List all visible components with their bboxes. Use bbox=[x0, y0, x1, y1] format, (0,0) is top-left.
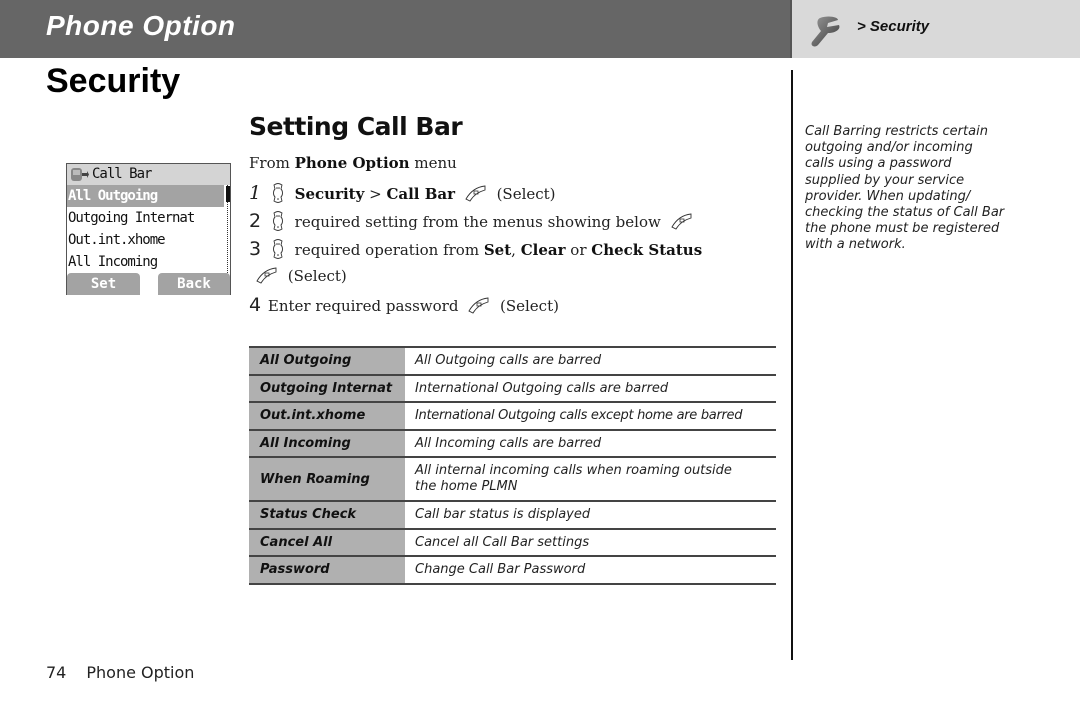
step-3: 3 required operation from Set, Clear or … bbox=[249, 238, 702, 260]
option-name: Outgoing Internat bbox=[249, 373, 405, 402]
step-1-security: Security bbox=[294, 185, 365, 203]
option-name: All Incoming bbox=[249, 428, 405, 457]
step-number: 2 bbox=[249, 210, 262, 232]
softkey-set[interactable]: Set bbox=[67, 273, 140, 295]
table-row: Out.int.xhome International Outgoing call… bbox=[249, 401, 776, 430]
intro-menu-name: Phone Option bbox=[294, 154, 410, 172]
step-3-sep: , bbox=[511, 241, 521, 259]
step-number: 4 bbox=[249, 294, 262, 316]
table-row: Status Check Call bar status is displayed bbox=[249, 500, 776, 529]
option-name: When Roaming bbox=[249, 456, 405, 501]
intro-suffix: menu bbox=[409, 154, 457, 172]
phone-menu-item[interactable]: Outgoing Internat bbox=[67, 207, 225, 229]
side-note: Call Barring restricts certain outgoing … bbox=[805, 124, 1005, 253]
page-footer: 74 Phone Option bbox=[46, 663, 194, 682]
phone-menu-item-selected[interactable]: All Outgoing bbox=[67, 185, 224, 207]
phone-menu-item[interactable]: Out.int.xhome bbox=[67, 229, 225, 251]
breadcrumb: > Security bbox=[857, 18, 930, 35]
nav-key-icon bbox=[272, 183, 283, 203]
table-row: All Outgoing All Outgoing calls are barre… bbox=[249, 346, 776, 375]
step-3-continuation: (Select) bbox=[251, 266, 347, 285]
nav-key-icon bbox=[272, 239, 283, 259]
step-2: 2 required setting from the menus showin… bbox=[249, 210, 698, 232]
step-3-set: Set bbox=[483, 241, 512, 259]
nav-key-icon bbox=[272, 211, 283, 231]
step-1-select: (Select) bbox=[496, 185, 556, 203]
phone-settings-icon bbox=[71, 168, 89, 181]
step-3-text: required operation from bbox=[294, 241, 484, 259]
header-bar: Phone Option bbox=[0, 0, 790, 58]
step-4-select: (Select) bbox=[500, 297, 559, 315]
option-description: International Outgoing calls are barred bbox=[405, 373, 776, 402]
step-1-call-bar: Call Bar bbox=[386, 185, 456, 203]
chapter-title: Phone Option bbox=[46, 10, 236, 41]
page-title: Security bbox=[46, 62, 181, 100]
step-number: 1 bbox=[249, 182, 262, 204]
select-key-icon bbox=[670, 213, 692, 230]
table-row: Outgoing Internat International Outgoing … bbox=[249, 373, 776, 402]
select-key-icon bbox=[468, 297, 489, 314]
step-number: 3 bbox=[249, 238, 262, 260]
option-name: Status Check bbox=[249, 500, 405, 529]
step-1: 1 Security > Call Bar (Select) bbox=[249, 182, 556, 204]
option-description: All Outgoing calls are barred bbox=[405, 346, 776, 375]
table-row: All Incoming All Incoming calls are barre… bbox=[249, 428, 776, 457]
table-row: Cancel All Cancel all Call Bar settings bbox=[249, 527, 776, 556]
phone-screen: Call Bar All Outgoing Outgoing Internat … bbox=[66, 163, 231, 295]
step-4-text: Enter required password bbox=[267, 297, 459, 315]
softkey-back[interactable]: Back bbox=[158, 273, 230, 295]
section-title: Setting Call Bar bbox=[249, 112, 463, 141]
option-name: All Outgoing bbox=[249, 346, 405, 375]
select-key-icon bbox=[256, 267, 277, 284]
option-description: Call bar status is displayed bbox=[405, 500, 776, 529]
phone-screen-title: Call Bar bbox=[92, 166, 152, 182]
step-3-check-status: Check Status bbox=[591, 241, 703, 259]
option-description: Change Call Bar Password bbox=[405, 555, 776, 585]
step-2-text: required setting from the menus showing … bbox=[294, 213, 661, 231]
phone-softkeys: Set Back bbox=[67, 273, 230, 295]
option-name: Out.int.xhome bbox=[249, 401, 405, 430]
option-name: Password bbox=[249, 555, 405, 585]
option-description: All internal incoming calls when roaming… bbox=[405, 456, 776, 501]
page-number: 74 bbox=[46, 663, 67, 682]
phone-scrollbar-thumb[interactable] bbox=[226, 186, 230, 202]
sidebar-divider bbox=[791, 70, 793, 660]
step-4: 4 Enter required password (Select) bbox=[249, 294, 559, 316]
option-description: International Outgoing calls except home… bbox=[405, 401, 776, 430]
call-bar-options-table: All Outgoing All Outgoing calls are barre… bbox=[249, 346, 776, 585]
step-3-sep: or bbox=[565, 241, 592, 259]
option-description: All Incoming calls are barred bbox=[405, 428, 776, 457]
wrench-icon bbox=[811, 16, 840, 47]
phone-menu-item[interactable]: All Incoming bbox=[67, 251, 225, 273]
intro-line: From Phone Option menu bbox=[249, 154, 457, 172]
footer-section: Phone Option bbox=[86, 663, 195, 682]
table-row: Password Change Call Bar Password bbox=[249, 555, 776, 585]
step-1-sep: > bbox=[364, 185, 387, 203]
option-name: Cancel All bbox=[249, 527, 405, 556]
step-3-clear: Clear bbox=[520, 241, 566, 259]
intro-prefix: From bbox=[249, 154, 295, 172]
phone-screen-titlebar: Call Bar bbox=[67, 164, 230, 185]
option-description: Cancel all Call Bar settings bbox=[405, 527, 776, 556]
select-key-icon bbox=[465, 185, 486, 202]
step-3-select: (Select) bbox=[287, 267, 347, 285]
table-row: When Roaming All internal incoming calls … bbox=[249, 456, 776, 501]
